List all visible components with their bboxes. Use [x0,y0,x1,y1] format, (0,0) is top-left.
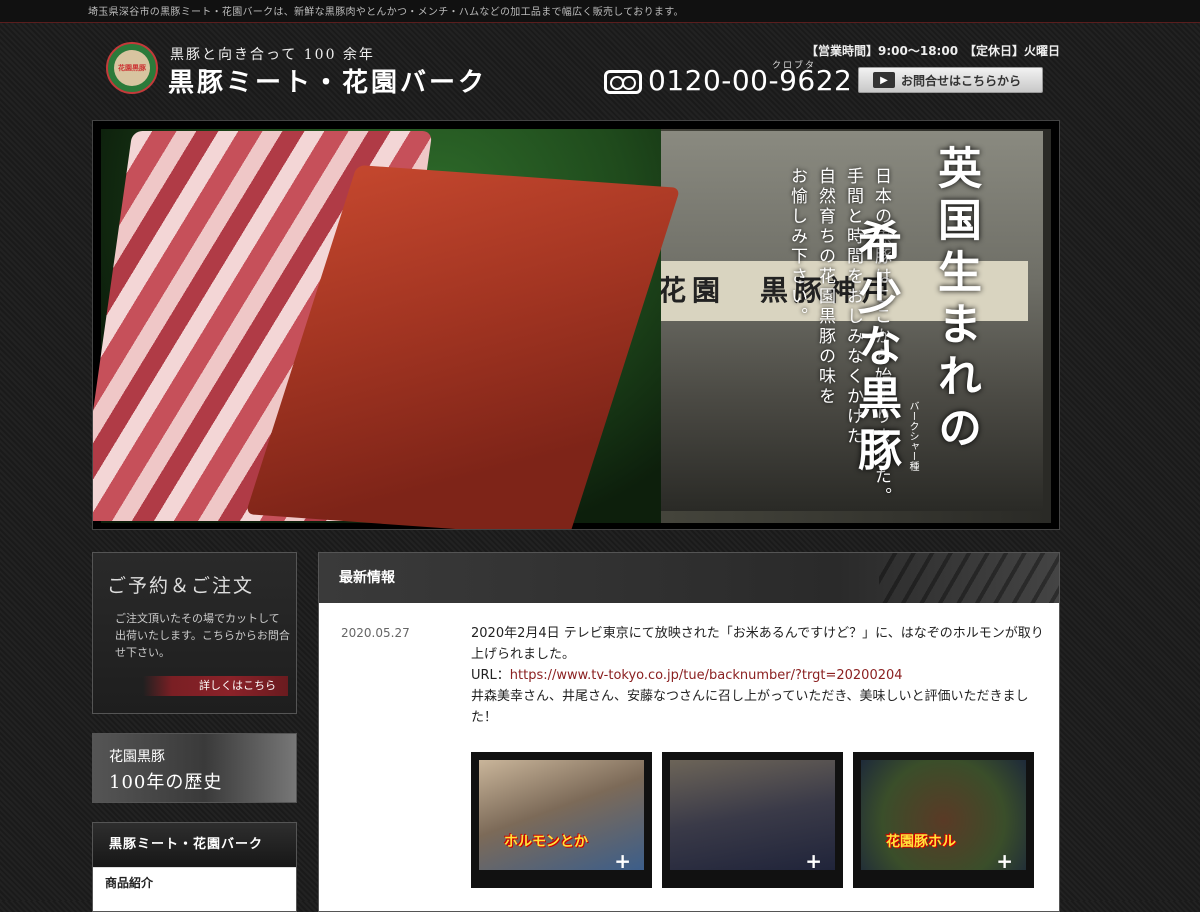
expand-icon: + [996,849,1013,873]
sidebar-nav: 黒豚ミート・花園バーク 商品紹介 [92,822,297,912]
url-label: URL： [471,668,510,683]
news-text: 2020年2月4日 テレビ東京にて放映された「お米あるんですけど？」に、はなぞの… [471,626,1044,662]
hero-headline-1: 英国生まれの [930,145,981,457]
news-url-line: URL：https://www.tv-tokyo.co.jp/tue/backn… [471,665,1046,686]
brand-name[interactable]: 黒豚ミート・花園バーク [168,62,487,99]
hero-ruby: バークシャー種 [907,401,918,471]
phone-number[interactable]: 0120-00-9622 [648,64,852,97]
contact-button-label: お問合せはこちらから [901,73,1022,88]
business-hours: 【営業時間】9:00〜18:00 【定休日】火曜日 [806,44,1061,58]
news-heading: 最新情報 [319,553,1059,603]
hero-headline-2: 希少な黒豚 [850,219,901,479]
hero-banner: 花園 黒豚神戸 日本の黒豚はここから始まりました。 手間と時間をおしみなくかけた… [92,120,1060,530]
freedial-icon [604,70,642,94]
news-body: 2020年2月4日 テレビ東京にて放映された「お米あるんですけど？」に、はなぞの… [471,623,1046,728]
hero-copy-line: お愉しみ下さい。 [787,167,807,327]
top-strip: 埼玉県深谷市の黒豚ミート・花園バークは、新鮮な黒豚肉やとんかつ・メンチ・ハムなど… [0,0,1200,23]
logo-emblem[interactable]: 花園黒豚 [106,42,158,94]
news-panel: 最新情報 2020.05.27 2020年2月4日 テレビ東京にて放映された「お… [318,552,1060,912]
news-thumbnail[interactable]: + [662,752,843,888]
tagline: 黒豚と向き合って 100 余年 [170,47,375,63]
order-banner[interactable]: ご予約＆ご注文 ご注文頂いたその場でカットして出荷いたします。こちらからお問合せ… [92,552,297,714]
contact-button[interactable]: ▶ お問合せはこちらから [858,67,1043,93]
order-title: ご予約＆ご注文 [107,575,255,597]
order-more-link[interactable]: 詳しくはこちら [143,676,288,696]
news-url-link[interactable]: https://www.tv-tokyo.co.jp/tue/backnumbe… [510,668,903,683]
thumbnail-caption: ホルモンとか [504,834,588,850]
sidebar-nav-heading: 黒豚ミート・花園バーク [93,823,296,867]
site-description: 埼玉県深谷市の黒豚ミート・花園バークは、新鮮な黒豚肉やとんかつ・メンチ・ハムなど… [88,7,684,18]
expand-icon: + [614,849,631,873]
expand-icon: + [805,849,822,873]
history-title-2: 100年の歴史 [109,772,223,793]
news-heading-label: 最新情報 [339,570,395,586]
order-description: ご注文頂いたその場でカットして出荷いたします。こちらからお問合せ下さい。 [115,612,290,659]
history-title-1: 花園黒豚 [109,749,165,765]
bamboo-leaves-decoration [879,553,1059,603]
sidebar-item-products[interactable]: 商品紹介 [93,867,296,902]
history-banner[interactable]: 花園黒豚 100年の歴史 [92,733,297,803]
divider [0,22,1200,23]
news-thumbnail[interactable]: 花園豚ホル + [853,752,1034,888]
thumbnail-caption: 花園豚ホル [886,834,956,850]
news-thumbnail[interactable]: ホルモンとか + [471,752,652,888]
logo-emblem-inner: 花園黒豚 [114,50,150,86]
news-date: 2020.05.27 [341,626,410,640]
news-text: 井森美幸さん、井尾さん、安藤なつさんに召し上がっていただき、美味しいと評価いただ… [471,689,1029,725]
arrow-right-icon: ▶ [873,72,895,88]
hero-copy-line: 自然育ちの花園黒豚の味を [815,167,835,407]
